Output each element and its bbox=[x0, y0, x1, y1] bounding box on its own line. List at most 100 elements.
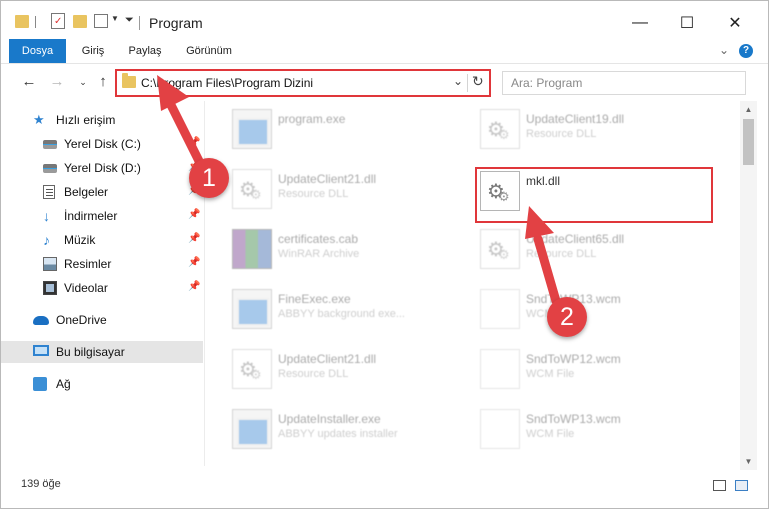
tab-view[interactable]: Görünüm bbox=[177, 39, 241, 63]
cloud-icon bbox=[33, 316, 49, 325]
sidebar-item-label: Bu bilgisayar bbox=[56, 345, 125, 359]
scroll-up-icon[interactable]: ▲ bbox=[740, 101, 757, 118]
file-name: UpdateClient21.dll bbox=[278, 352, 377, 366]
pictures-icon bbox=[43, 257, 57, 271]
file-name: UpdateClient19.dll bbox=[526, 112, 625, 126]
file-icon bbox=[480, 349, 520, 389]
sidebar-item-local-disk-c[interactable]: Yerel Disk (C:) 📌 bbox=[1, 133, 203, 155]
window-title: Program bbox=[149, 15, 203, 31]
sidebar-item-this-pc[interactable]: Bu bilgisayar bbox=[1, 341, 203, 363]
list-item[interactable]: certificates.cab WinRAR Archive bbox=[232, 225, 462, 277]
forward-button[interactable]: → bbox=[47, 72, 67, 92]
navigation-bar: ← → ⌄ ↑ C:\Program Files\Program Dizini … bbox=[1, 63, 768, 101]
scroll-down-icon[interactable]: ▼ bbox=[740, 453, 757, 470]
archive-icon bbox=[232, 229, 272, 269]
sidebar-item-onedrive[interactable]: OneDrive bbox=[1, 309, 203, 331]
expand-ribbon-icon[interactable]: ⌄ bbox=[719, 43, 729, 57]
file-name: UpdateClient21.dll bbox=[278, 172, 377, 186]
pin-icon[interactable]: 📌 bbox=[188, 209, 200, 220]
file-name: SndToWP12.wcm bbox=[526, 352, 621, 366]
vertical-scrollbar[interactable]: ▲ ▼ bbox=[740, 101, 757, 470]
tab-home[interactable]: Giriş bbox=[71, 39, 115, 63]
file-type: WinRAR Archive bbox=[278, 248, 360, 260]
pin-icon[interactable]: 📌 bbox=[188, 281, 200, 292]
help-icon[interactable]: ? bbox=[739, 44, 753, 58]
sidebar-item-pictures[interactable]: Resimler 📌 bbox=[1, 253, 203, 275]
list-item[interactable]: UpdateClient19.dll Resource DLL bbox=[480, 105, 710, 157]
list-item[interactable]: UpdateClient21.dll Resource DLL bbox=[232, 165, 462, 217]
details-view-icon[interactable] bbox=[713, 480, 726, 491]
sidebar-item-downloads[interactable]: ↓ İndirmeler 📌 bbox=[1, 205, 203, 227]
customize-icon[interactable] bbox=[94, 14, 108, 28]
list-item[interactable]: FineExec.exe ABBYY background exe... bbox=[232, 285, 462, 337]
search-box[interactable]: Ara: Program bbox=[502, 71, 746, 95]
title-divider bbox=[139, 16, 140, 30]
list-item[interactable]: UpdateClient21.dll Resource DLL bbox=[232, 345, 462, 397]
list-item[interactable]: program.exe bbox=[232, 105, 462, 157]
divider bbox=[35, 16, 36, 28]
minimize-button[interactable]: — bbox=[620, 9, 660, 37]
check-icon: ✓ bbox=[54, 16, 63, 27]
sidebar-item-local-disk-d[interactable]: Yerel Disk (D:) 📌 bbox=[1, 157, 203, 179]
title-bar: ✓ ▼ ⏷ Program — ☐ ✕ bbox=[1, 1, 768, 39]
maximize-button[interactable]: ☐ bbox=[667, 9, 707, 37]
file-icon bbox=[480, 409, 520, 449]
explorer-window: ✓ ▼ ⏷ Program — ☐ ✕ Dosya Giriş Paylaş G… bbox=[0, 0, 769, 509]
list-item[interactable]: UpdateClient65.dll Resource DLL bbox=[480, 225, 710, 277]
scroll-thumb[interactable] bbox=[743, 119, 754, 165]
file-type: ABBYY updates installer bbox=[278, 428, 398, 440]
properties-icon[interactable]: ✓ bbox=[51, 13, 65, 29]
file-name: program.exe bbox=[278, 112, 346, 126]
file-name: FineExec.exe bbox=[278, 292, 351, 306]
address-bar[interactable]: C:\Program Files\Program Dizini ⌄ ↻ bbox=[115, 69, 491, 97]
sidebar-item-network[interactable]: Ağ bbox=[1, 373, 203, 395]
back-button[interactable]: ← bbox=[19, 72, 39, 92]
star-icon: ★ bbox=[33, 112, 45, 127]
pin-icon[interactable]: 📌 bbox=[188, 257, 200, 268]
exe-icon bbox=[232, 409, 272, 449]
drive-icon bbox=[43, 140, 57, 149]
list-item[interactable]: SndToWP12.wcm WCM File bbox=[480, 345, 710, 397]
address-path[interactable]: C:\Program Files\Program Dizini bbox=[141, 76, 313, 90]
callout-1: 1 bbox=[189, 158, 229, 198]
sidebar-item-documents[interactable]: Belgeler 📌 bbox=[1, 181, 203, 203]
callout-2: 2 bbox=[547, 297, 587, 337]
list-item[interactable]: UpdateInstaller.exe ABBYY updates instal… bbox=[232, 405, 462, 457]
sidebar-item-quick-access[interactable]: ★ Hızlı erişim bbox=[1, 109, 203, 131]
file-type: Resource DLL bbox=[278, 188, 349, 200]
sidebar-item-label: İndirmeler bbox=[64, 209, 118, 223]
sidebar-item-music[interactable]: ♪ Müzik 📌 bbox=[1, 229, 203, 251]
quick-access-menu-icon[interactable]: ⏷ bbox=[125, 14, 134, 32]
search-placeholder: Ara: Program bbox=[511, 76, 583, 90]
file-list: program.exe UpdateClient21.dll Resource … bbox=[206, 101, 739, 466]
exe-icon bbox=[232, 289, 272, 329]
list-item[interactable]: SndToWP13.wcm WCM File bbox=[480, 405, 710, 457]
file-type: ABBYY background exe... bbox=[278, 308, 405, 320]
file-type: Resource DLL bbox=[526, 128, 597, 140]
refresh-icon[interactable]: ↻ bbox=[472, 73, 484, 90]
pin-icon[interactable]: 📌 bbox=[188, 233, 200, 244]
recent-locations-icon[interactable]: ⌄ bbox=[73, 72, 93, 92]
tab-file[interactable]: Dosya bbox=[9, 39, 66, 63]
item-count: 139 öğe bbox=[21, 478, 61, 490]
network-icon bbox=[33, 377, 47, 391]
dll-icon bbox=[232, 349, 272, 389]
sidebar-item-label: Videolar bbox=[64, 281, 108, 295]
file-name: certificates.cab bbox=[278, 232, 359, 246]
exe-icon bbox=[232, 109, 272, 149]
chevron-down-icon[interactable]: ▼ bbox=[111, 14, 119, 32]
tab-share[interactable]: Paylaş bbox=[121, 39, 169, 63]
close-button[interactable]: ✕ bbox=[715, 9, 755, 37]
sidebar-item-label: Müzik bbox=[64, 233, 96, 247]
address-dropdown-icon[interactable]: ⌄ bbox=[453, 74, 463, 88]
up-button[interactable]: ↑ bbox=[93, 72, 113, 92]
sidebar-item-videos[interactable]: Videolar 📌 bbox=[1, 277, 203, 299]
pin-icon[interactable]: 📌 bbox=[188, 137, 200, 148]
dll-icon bbox=[480, 229, 520, 269]
file-name: UpdateInstaller.exe bbox=[278, 412, 381, 426]
large-icons-view-icon[interactable] bbox=[735, 480, 748, 491]
dll-icon bbox=[232, 169, 272, 209]
new-folder-icon[interactable] bbox=[73, 15, 87, 28]
address-divider bbox=[467, 74, 468, 92]
list-item[interactable]: SndToWP13.wcm WCM File bbox=[480, 285, 710, 337]
